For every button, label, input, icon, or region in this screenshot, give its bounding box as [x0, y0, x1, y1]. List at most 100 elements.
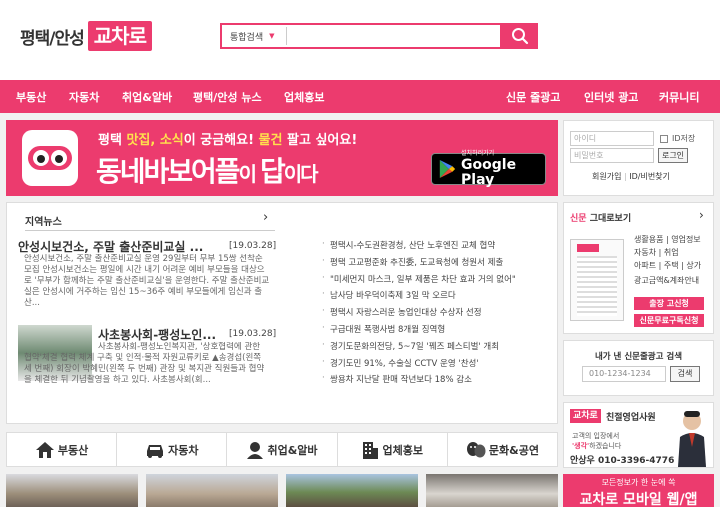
headline-item[interactable]: 구급대원 폭행사범 8개월 징역형 [322, 323, 516, 340]
tab-jobs[interactable]: 취업&알바 [227, 433, 338, 466]
headline-item[interactable]: 평택시 자랑스러운 농업인대상 수상자 선정 [322, 306, 516, 323]
headline-item[interactable]: 평택시-수도권환경청, 산단 노후엔진 교체 협약 [322, 239, 516, 256]
newspaper-heading: 신문 그대로보기 [570, 211, 631, 224]
site-logo[interactable]: 평택/안성 교차로 [20, 20, 152, 52]
sales-title: 친절영업사원 [606, 413, 656, 423]
search-scope-select[interactable]: 통합검색 ▼ [222, 30, 286, 43]
save-id-label: ID저장 [672, 134, 696, 143]
store-name-text: Google Play [461, 157, 517, 188]
google-play-button[interactable]: 설치하러가기 Google Play [431, 150, 546, 188]
subscribe-button[interactable]: 신문무료구독신청 [634, 314, 704, 327]
news-article-date: [19.03.28] [229, 241, 277, 251]
search-box: 통합검색 ▼ [220, 23, 502, 49]
headline-item[interactable]: 남사당 바우덕이축제 3일 막 오르다 [322, 289, 516, 306]
headline-item[interactable]: 경기도민 91%, 수술실 CCTV 운영 '찬성' [322, 357, 516, 374]
newspaper-category[interactable]: 광고금액&계좌안내 [634, 274, 701, 287]
news-article-summary[interactable]: 안성시보건소, 주말 출산준비교실 운영 29일부터 무부 15쌍 선착순 모집… [24, 254, 270, 310]
search-button[interactable] [502, 23, 538, 49]
classified-search-button[interactable]: 검색 [670, 366, 700, 382]
login-panel: 아이디 비밀번호 ID저장 로그인 회원가입 | ID/비번찾기 [563, 120, 714, 196]
find-account-link[interactable]: ID/비번찾기 [629, 172, 670, 181]
tab-label: 자동차 [168, 443, 199, 457]
nav-item-business[interactable]: 업체홍보 [284, 89, 324, 105]
headline-item[interactable]: 쌍용차 지난달 판매 작년보다 18% 감소 [322, 373, 516, 390]
sales-logo: 교차로 [570, 409, 601, 423]
sales-quote-highlight: '생각' [572, 442, 590, 450]
join-link[interactable]: 회원가입 [592, 172, 621, 181]
listing-photo[interactable] [286, 474, 418, 507]
tab-car[interactable]: 자동차 [117, 433, 228, 466]
sales-phone: 안상우 010-3396-4776 [570, 456, 675, 466]
news-article-title[interactable]: 사초봉사회-팽성노인... [98, 326, 216, 343]
masks-icon [466, 441, 486, 457]
main-nav: 부동산 자동차 취업&알바 평택/안성 뉴스 업체홍보 신문 줄광고 인터넷 광… [0, 80, 720, 113]
nav-item-internet-ad[interactable]: 인터넷 광고 [584, 89, 638, 105]
banner-headline-text: 이다 [283, 162, 319, 186]
sales-person-image [678, 411, 706, 467]
news-heading: 지역뉴스 [25, 217, 62, 228]
nav-item-car[interactable]: 자동차 [69, 89, 99, 105]
tab-realestate[interactable]: 부동산 [7, 433, 118, 466]
tab-business[interactable]: 업체홍보 [338, 433, 448, 466]
nav-item-realestate[interactable]: 부동산 [16, 89, 46, 105]
nav-item-jobs[interactable]: 취업&알바 [122, 89, 172, 105]
headline-item[interactable]: 평택 고교평준화 추진委, 도교육청에 청원서 제출 [322, 256, 516, 273]
house-icon [35, 441, 54, 458]
visit-request-button[interactable]: 출장 고신청 [634, 297, 704, 310]
save-id-checkbox[interactable]: ID저장 [660, 133, 695, 144]
news-article-title[interactable]: 안성시보건소, 주말 출산준비교실 ... [18, 238, 203, 255]
id-field[interactable]: 아이디 [570, 131, 654, 146]
login-links: 회원가입 | ID/비번찾기 [592, 171, 670, 182]
chevron-right-icon[interactable]: › [263, 210, 268, 225]
banner-text: 평택 [98, 133, 127, 148]
sales-rep-banner[interactable]: 교차로 친절영업사원 고객의 입장에서 '생각'하겠습니다 안상우 010-339… [563, 402, 714, 468]
sales-quote-text: 하겠습니다 [589, 442, 622, 450]
nav-item-community[interactable]: 커뮤니티 [659, 89, 699, 105]
banner-text: 이 궁금해요! [183, 133, 259, 148]
newspaper-view-panel: 신문 그대로보기 › 생활용품 | 영업정보 자동차 | 취업 아파트 | 주택… [563, 202, 714, 334]
newspaper-category[interactable]: 아파트 | 주택 | 상가 [634, 259, 701, 272]
headline-list: 평택시-수도권환경청, 산단 노후엔진 교체 협약 평택 고교평준화 추진委, … [322, 239, 516, 390]
phone-search-input[interactable]: 010-1234-1234 [582, 366, 666, 382]
app-promo-banner[interactable]: 평택 맛집, 소식이 궁금해요! 물건 팔고 싶어요! 동네바보어플이 답이다 … [6, 120, 558, 196]
newspaper-heading-red: 신문 [570, 214, 587, 224]
newspaper-category[interactable]: 자동차 | 취업 [634, 246, 701, 259]
banner-headline-text: 동네바보어플 [96, 155, 241, 188]
search-input[interactable] [286, 27, 500, 45]
chevron-right-icon[interactable]: › [699, 208, 704, 222]
building-icon [363, 441, 379, 459]
newspaper-heading-rest: 그대로보기 [586, 214, 632, 224]
mobile-banner-subtitle: 모든정보가 한 눈에 쏙 [601, 478, 676, 487]
news-article-summary[interactable]: 사초봉사회-팽성노인복지관, '상호협력에 관한 협약'체결 협력 체계 구축 … [24, 342, 270, 408]
person-icon [247, 441, 264, 459]
listing-photo[interactable] [6, 474, 138, 507]
tab-culture[interactable]: 문화&공연 [448, 433, 557, 466]
sales-quote-text: 고객의 입장에서 [572, 432, 620, 440]
mobile-app-banner[interactable]: 모든정보가 한 눈에 쏙 교차로 모바일 웹/앱 [563, 474, 714, 507]
nav-item-classified[interactable]: 신문 줄광고 [506, 89, 560, 105]
newspaper-category[interactable]: 생활용품 | 영업정보 [634, 233, 701, 246]
car-icon [147, 444, 164, 458]
nav-item-news[interactable]: 평택/안성 뉴스 [193, 89, 262, 105]
banner-highlight: 맛집, 소식 [126, 133, 184, 148]
search-bar: 통합검색 ▼ [220, 23, 538, 49]
headline-item[interactable]: "미세먼지 마스크, 일부 제품은 차단 효과 거의 없어" [322, 273, 516, 290]
banner-headline-text: 이 [238, 162, 260, 186]
mobile-banner-title: 교차로 모바일 웹/앱 [579, 492, 698, 507]
logo-brand-text: 교차로 [87, 21, 152, 51]
listing-photo[interactable] [426, 474, 558, 507]
listing-photo[interactable] [146, 474, 278, 507]
classified-search-heading: 내가 낸 신문줄광고 검색 [594, 352, 683, 362]
news-article-date: [19.03.28] [229, 329, 277, 339]
tab-label: 문화&공연 [488, 443, 539, 457]
divider [25, 230, 275, 231]
sales-quote: 고객의 입장에서 '생각'하겠습니다 [572, 431, 621, 451]
newspaper-cover-image[interactable] [570, 239, 624, 321]
login-button[interactable]: 로그인 [658, 148, 688, 163]
headline-item[interactable]: 경기도문화의전당, 5~7일 '꿰즈 페스티벌' 개최 [322, 340, 516, 357]
logo-region-text: 평택/안성 [20, 28, 85, 49]
password-field[interactable]: 비밀번호 [570, 148, 654, 163]
classified-search-panel: 내가 낸 신문줄광고 검색 010-1234-1234 검색 [563, 340, 714, 396]
banner-highlight: 물건 [258, 133, 283, 148]
caret-down-icon: ▼ [269, 32, 275, 40]
